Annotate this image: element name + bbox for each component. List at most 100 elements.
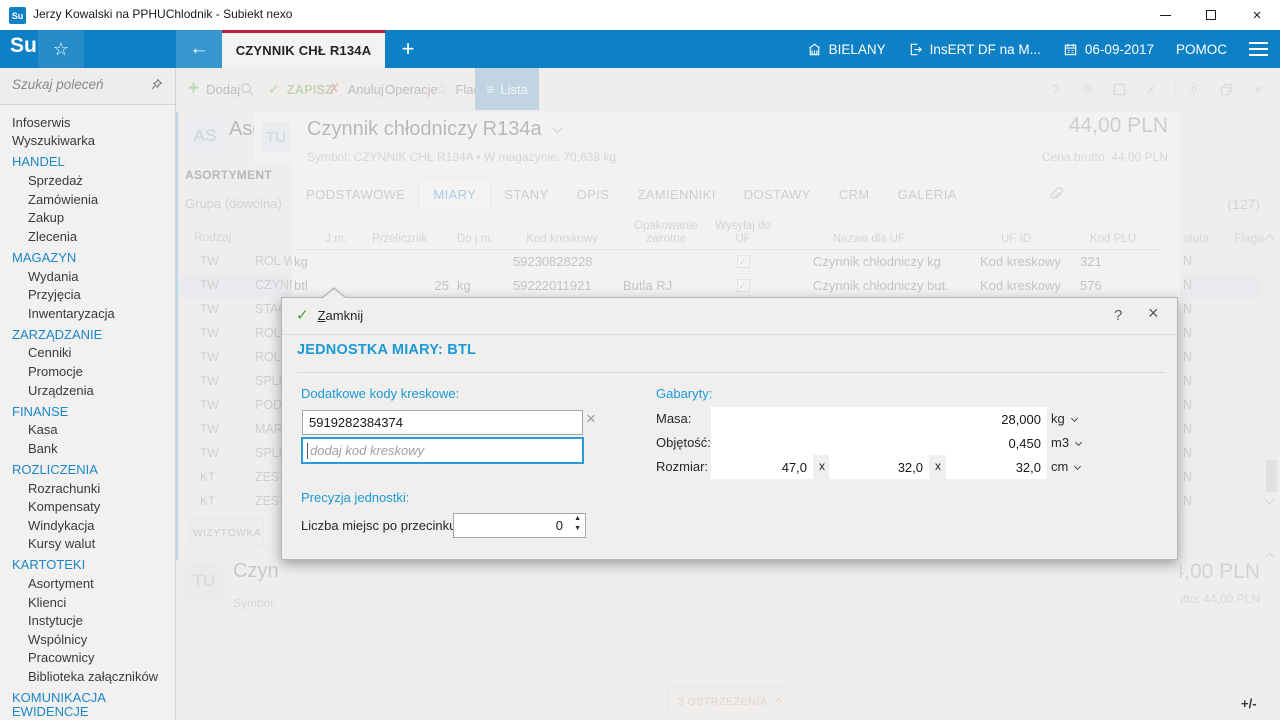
sidebar-item[interactable]: Bank <box>0 439 175 458</box>
check-icon: ✓ <box>296 306 309 324</box>
su-logo: Su <box>10 34 37 58</box>
sidebar-item[interactable]: Urządzenia <box>0 381 175 400</box>
help-menu[interactable]: POMOC <box>1176 42 1227 57</box>
masa-label: Masa: <box>656 411 691 426</box>
sidebar-item[interactable]: Przyjęcia <box>0 285 175 304</box>
objetosc-field[interactable]: 0,450 <box>711 431 1047 455</box>
sidebar-item[interactable]: Zlecenia <box>0 227 175 246</box>
sidebar-item[interactable]: Sprzedaż <box>0 171 175 190</box>
objetosc-unit-select[interactable]: m3 <box>1051 435 1081 450</box>
star-icon: ☆ <box>53 39 69 60</box>
sidebar-item[interactable]: KARTOTEKI <box>0 556 175 575</box>
divider <box>297 372 1165 373</box>
add-barcode-field[interactable]: dodaj kod kreskowy <box>301 437 584 464</box>
chevron-down-icon <box>1071 415 1078 422</box>
back-button[interactable]: ← <box>176 30 222 68</box>
minimize-button[interactable] <box>1142 0 1188 30</box>
close-button[interactable]: × <box>1234 0 1280 30</box>
building-icon <box>807 42 822 57</box>
gabaryty-label: Gabaryty: <box>656 386 712 401</box>
dimension-separator: x <box>819 459 825 473</box>
window-title: Jerzy Kowalski na PPHUChlodnik - Subiekt… <box>33 7 292 21</box>
session-selector[interactable]: InsERT DF na M... <box>908 42 1041 57</box>
help-label: POMOC <box>1176 42 1227 57</box>
sidebar: Szukaj poleceń InfoserwisWyszukiwarka HAN… <box>0 68 176 720</box>
exit-door-icon <box>908 42 923 57</box>
dialog-help-button[interactable]: ? <box>1114 307 1122 324</box>
sidebar-item[interactable]: Zakup <box>0 208 175 227</box>
sidebar-item[interactable]: Cenniki <box>0 344 175 363</box>
zoom-adjust-control[interactable]: +/- <box>1241 696 1257 711</box>
masa-unit-select[interactable]: kg <box>1051 411 1077 426</box>
date-selector[interactable]: 06-09-2017 <box>1063 42 1154 57</box>
maximize-button[interactable] <box>1188 0 1234 30</box>
top-navbar: Su ☆ ← CZYNNIK CHŁ R134A + BIELANY InsER… <box>0 30 1280 68</box>
sidebar-item[interactable]: Wydania <box>0 267 175 286</box>
chevron-down-icon <box>1075 439 1082 446</box>
chevron-down-icon <box>1074 463 1081 470</box>
new-tab-button[interactable]: + <box>386 30 430 68</box>
sidebar-item[interactable]: Asortyment <box>0 574 175 593</box>
session-label: InsERT DF na M... <box>930 42 1041 57</box>
stepper-arrows-icon[interactable]: ▲▼ <box>574 514 581 534</box>
dim3-field[interactable]: 32,0 <box>946 455 1047 479</box>
decimals-label: Liczba miejsc po przecinku: <box>301 518 460 533</box>
sidebar-item[interactable]: FINANSE <box>0 402 175 421</box>
sidebar-item[interactable]: Kursy walut <box>0 535 175 554</box>
dim1-field[interactable]: 47,0 <box>711 455 813 479</box>
content-area: + Dodaj ✓ ZAPISZ ✗ Anuluj Operacje ☆ Fla… <box>176 68 1280 720</box>
clear-barcode-icon[interactable]: × <box>586 409 596 429</box>
back-arrow-icon: ← <box>190 38 209 60</box>
dim2-field[interactable]: 32,0 <box>829 455 929 479</box>
barcodes-label: Dodatkowe kody kreskowe: <box>301 386 459 401</box>
maximize-icon <box>1206 10 1216 20</box>
sidebar-item[interactable]: Biblioteka załączników <box>0 667 175 686</box>
rozmiar-unit-select[interactable]: cm <box>1051 459 1080 474</box>
sidebar-item[interactable]: Wyszukiwarka <box>0 132 175 151</box>
sidebar-item[interactable]: Wspólnicy <box>0 630 175 649</box>
app-icon: Su <box>9 7 26 24</box>
sidebar-item[interactable]: Instytucje <box>0 611 175 630</box>
sidebar-item[interactable]: Inwentaryzacja <box>0 304 175 323</box>
sidebar-item[interactable]: ROZLICZENIA <box>0 460 175 479</box>
sidebar-item[interactable]: Kasa <box>0 421 175 440</box>
sidebar-item[interactable]: EWIDENCJE DODATKOWE <box>0 709 175 720</box>
location-label: BIELANY <box>829 42 886 57</box>
dialog-title: JEDNOSTKA MIARY: BTL <box>297 342 476 358</box>
app-window: Su Jerzy Kowalski na PPHUChlodnik - Subi… <box>0 0 1280 720</box>
tab-czynnik[interactable]: CZYNNIK CHŁ R134A <box>222 30 385 68</box>
favorites-button[interactable]: ☆ <box>38 30 84 68</box>
sidebar-item[interactable]: Zamówienia <box>0 190 175 209</box>
titlebar: Su Jerzy Kowalski na PPHUChlodnik - Subi… <box>0 0 1280 30</box>
close-icon: × <box>1253 8 1262 23</box>
sidebar-item[interactable]: Infoserwis <box>0 113 175 132</box>
sidebar-item[interactable]: ZARZĄDZANIE <box>0 325 175 344</box>
barcode-value-field[interactable]: 5919282384374 <box>302 410 583 435</box>
sidebar-item[interactable]: MAGAZYN <box>0 248 175 267</box>
sidebar-item[interactable]: Promocje <box>0 362 175 381</box>
dialog-x-button[interactable]: × <box>1148 303 1159 324</box>
date-label: 06-09-2017 <box>1085 42 1154 57</box>
stepper-arrows-holder: ▲▼ <box>453 513 586 538</box>
command-search[interactable]: Szukaj poleceń <box>0 68 175 105</box>
objetosc-label: Objętość: <box>656 435 711 450</box>
unit-of-measure-dialog: ✓ Zamknij ? × JEDNOSTKA MIARY: BTL Dodat… <box>281 297 1178 560</box>
rozmiar-label: Rozmiar: <box>656 459 708 474</box>
sidebar-item[interactable]: Rozrachunki <box>0 479 175 498</box>
search-placeholder: Szukaj poleceń <box>12 77 104 92</box>
sidebar-item[interactable]: Kompensaty <box>0 497 175 516</box>
dialog-close-button[interactable]: ✓ Zamknij <box>296 306 363 324</box>
masa-field[interactable]: 28,000 <box>711 407 1047 431</box>
text-caret <box>307 443 308 459</box>
divider <box>282 334 1177 335</box>
sidebar-menu: InfoserwisWyszukiwarka HANDELSprzedażZamó… <box>0 105 175 720</box>
hamburger-menu-icon[interactable] <box>1249 42 1268 56</box>
sidebar-item[interactable]: HANDEL <box>0 153 175 172</box>
sidebar-item[interactable]: Windykacja <box>0 516 175 535</box>
location-selector[interactable]: BIELANY <box>807 42 886 57</box>
pin-icon[interactable] <box>150 78 163 96</box>
sidebar-item[interactable]: Klienci <box>0 593 175 612</box>
sidebar-item[interactable]: Pracownicy <box>0 649 175 668</box>
minimize-icon <box>1160 15 1171 16</box>
calendar-icon <box>1063 42 1078 57</box>
